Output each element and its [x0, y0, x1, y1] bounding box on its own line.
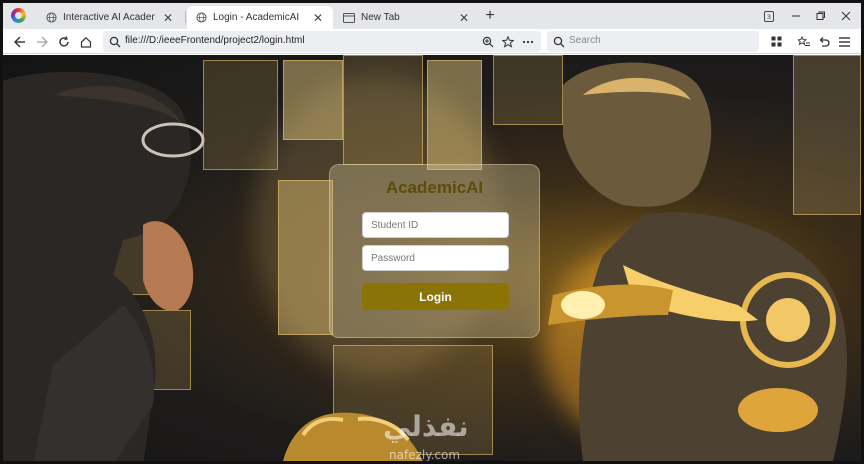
forward-arrow-icon[interactable] — [33, 33, 51, 50]
robot-illustration — [548, 62, 847, 461]
hologram-panel — [278, 180, 333, 335]
home-icon[interactable] — [77, 33, 95, 50]
search-box[interactable]: Search — [547, 31, 759, 52]
hologram-panel — [427, 60, 482, 170]
tab-label: Interactive AI Academic Advis — [63, 12, 155, 23]
restore-icon[interactable] — [811, 7, 831, 25]
globe-icon — [195, 12, 207, 24]
search-icon — [553, 35, 565, 53]
new-tab-page-icon — [343, 12, 355, 24]
login-card: AcademicAI Login — [329, 164, 540, 338]
watermark-logo: نفذلي — [383, 410, 469, 443]
close-icon[interactable]: ✕ — [161, 11, 175, 25]
student-id-input[interactable] — [362, 212, 509, 238]
tab-login[interactable]: Login - AcademicAI ✕ — [187, 6, 333, 29]
login-title: AcademicAI — [385, 178, 484, 197]
watermark-text: nafezly.com — [389, 448, 461, 461]
login-button[interactable]: Login — [362, 283, 509, 310]
tab-count-icon[interactable]: 3 — [759, 7, 779, 25]
undo-icon[interactable] — [815, 33, 833, 50]
url-text[interactable]: file:///D:/ieeeFrontend/project2/login.h… — [125, 35, 305, 46]
tab-strip: Interactive AI Academic Advis ✕ Login - … — [3, 3, 861, 29]
tab-label: New Tab — [361, 12, 400, 23]
password-input[interactable] — [362, 245, 509, 271]
tab-new-tab[interactable]: New Tab ✕ — [335, 6, 479, 29]
tab-advisor[interactable]: Interactive AI Academic Advis ✕ — [37, 6, 183, 29]
minimize-icon[interactable] — [786, 7, 806, 25]
tab-label: Login - AcademicAI — [213, 12, 300, 23]
hologram-panel — [283, 60, 343, 140]
bookmarks-list-icon[interactable] — [795, 33, 813, 50]
bookmark-star-icon[interactable] — [499, 33, 517, 50]
globe-icon — [45, 12, 57, 24]
new-tab-button[interactable]: + — [481, 7, 499, 25]
hologram-panel — [343, 55, 423, 165]
more-icon[interactable] — [519, 33, 537, 50]
page-viewport: AcademicAI Login نفذلي nafezly.com — [3, 55, 861, 461]
navigation-toolbar: file:///D:/ieeeFrontend/project2/login.h… — [3, 29, 861, 54]
reload-icon[interactable] — [55, 33, 73, 50]
close-icon[interactable]: ✕ — [457, 11, 471, 25]
zoom-icon[interactable] — [479, 33, 497, 50]
svg-text:3: 3 — [767, 13, 771, 21]
close-icon[interactable]: ✕ — [311, 11, 325, 25]
search-icon — [109, 35, 121, 53]
browser-logo-icon — [11, 8, 26, 23]
extensions-grid-icon[interactable] — [767, 33, 785, 50]
back-arrow-icon[interactable] — [11, 33, 29, 50]
menu-icon[interactable] — [835, 33, 853, 50]
search-placeholder: Search — [569, 35, 601, 46]
person-silhouette — [3, 71, 205, 461]
address-bar[interactable]: file:///D:/ieeeFrontend/project2/login.h… — [103, 31, 541, 52]
close-window-icon[interactable] — [836, 7, 856, 25]
browser-window: Interactive AI Academic Advis ✕ Login - … — [0, 0, 864, 464]
tab-separator — [185, 11, 186, 23]
